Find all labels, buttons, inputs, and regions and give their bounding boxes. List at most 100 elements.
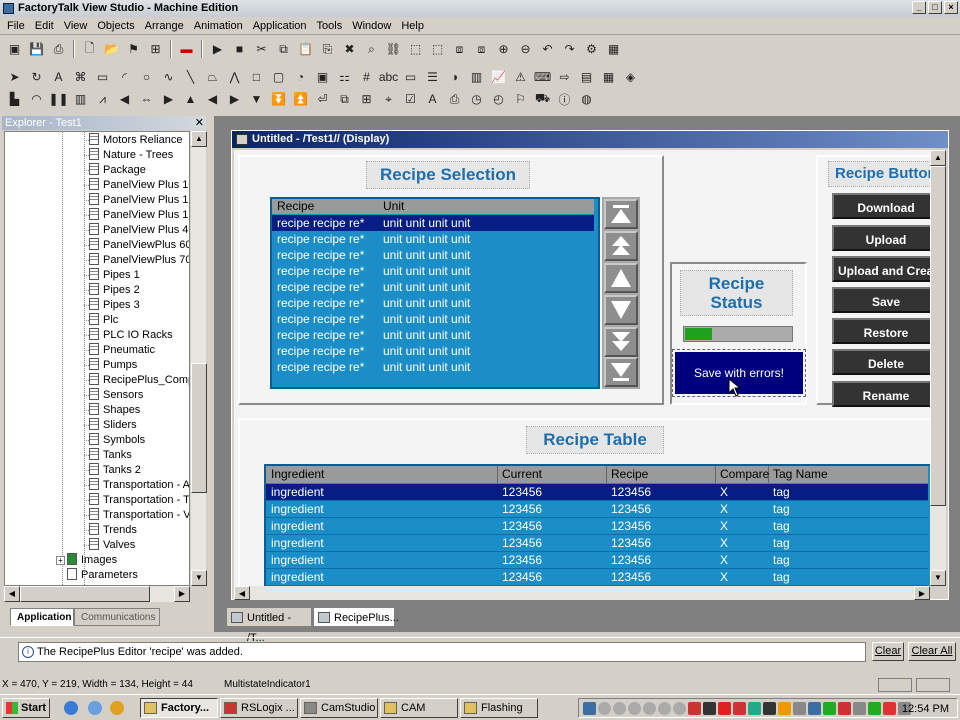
select-icon[interactable]: ➤ — [4, 67, 25, 87]
bar-icon[interactable]: ▥ — [466, 67, 487, 87]
recipe-list-row[interactable]: recipe recipe re* unit unit unit unit — [272, 231, 594, 247]
rectangle-icon[interactable]: ▭ — [92, 67, 113, 87]
tree-item[interactable]: Shapes — [89, 403, 140, 418]
save-button[interactable]: Save — [832, 287, 930, 313]
tree-item[interactable]: RecipePlus_Comp — [89, 373, 189, 388]
task-rslogix[interactable]: RSLogix ... — [220, 698, 298, 718]
column-header-compare[interactable]: Compare — [717, 466, 769, 483]
tree-item[interactable]: PanelView Plus 15 — [89, 208, 189, 223]
arrow-left-icon[interactable]: ◀ — [114, 89, 135, 109]
tab-application[interactable]: Application — [10, 608, 74, 626]
tab-communications[interactable]: Communications — [74, 608, 160, 626]
menu-file[interactable]: File — [2, 20, 30, 32]
tree-item[interactable]: Pneumatic — [89, 343, 155, 358]
recipe-list-row[interactable]: recipe recipe re* unit unit unit unit — [272, 295, 594, 311]
arc-icon[interactable]: ◜ — [114, 67, 135, 87]
clock-icon[interactable]: ◷ — [466, 89, 487, 109]
maximize-button[interactable]: □ — [928, 1, 942, 14]
string-icon[interactable]: abc — [378, 67, 399, 87]
pause-icon[interactable]: ❚❚ — [48, 89, 69, 109]
recipe-table[interactable]: Ingredient Current Recipe Compare Tag Na… — [264, 464, 930, 586]
tray-icon[interactable] — [703, 701, 716, 715]
recipe-list-row[interactable]: recipe recipe re* unit unit unit unit — [272, 215, 594, 231]
task-cam[interactable]: CAM — [380, 698, 458, 718]
recipe-table-row[interactable]: ingredient 123456 123456 Xtag — [266, 518, 928, 535]
display-horizontal-scrollbar[interactable]: ◀ ▶ — [234, 586, 930, 600]
upload-button[interactable]: Upload — [832, 225, 930, 251]
scroll-left-icon[interactable]: ◀ — [4, 586, 20, 602]
tree-item-images[interactable]: Images — [67, 553, 117, 568]
run-icon[interactable]: ⚑ — [123, 39, 144, 59]
clear-button[interactable]: Clear — [872, 642, 904, 661]
alarm-banner-icon[interactable]: ⚐ — [510, 89, 531, 109]
display-scroll-down-icon[interactable]: ▼ — [930, 570, 946, 586]
redo-icon[interactable]: ↷ — [559, 39, 580, 59]
chart-icon[interactable]: ▙ — [4, 89, 25, 109]
down-icon[interactable] — [604, 295, 638, 325]
explorer-close-icon[interactable]: ✕ — [195, 116, 204, 130]
find-icon[interactable]: ⌕ — [361, 39, 382, 59]
tray-icon[interactable] — [733, 701, 746, 715]
polygon-icon[interactable]: ⏢ — [202, 67, 223, 87]
tray-icon[interactable] — [658, 701, 671, 715]
goto-icon[interactable]: ⇨ — [554, 67, 575, 87]
numeric-entry-icon[interactable]: ⊞ — [356, 89, 377, 109]
cut-icon[interactable]: ✂ — [251, 39, 272, 59]
scroll-right-icon[interactable]: ▶ — [174, 586, 190, 602]
image-icon[interactable]: ⌘ — [70, 67, 91, 87]
gauge-icon[interactable]: ◑ — [444, 67, 465, 87]
first-icon[interactable] — [604, 199, 638, 229]
tray-icon[interactable] — [808, 701, 821, 715]
polyline-icon[interactable]: ⋀ — [224, 67, 245, 87]
tray-icon[interactable] — [613, 701, 626, 715]
page-down-icon[interactable]: ⏬ — [268, 89, 289, 109]
tree-item-parameters[interactable]: Parameters — [67, 568, 138, 583]
tree-item[interactable]: Pipes 2 — [89, 283, 140, 298]
scroll-up-icon[interactable]: ▲ — [191, 131, 207, 147]
expand-icon[interactable]: + — [56, 556, 65, 565]
tab-recipeplus[interactable]: RecipePlus... — [313, 607, 399, 627]
tray-icon[interactable] — [883, 701, 896, 715]
tree-item[interactable]: PanelView Plus 12 — [89, 193, 189, 208]
line-icon[interactable]: ╲ — [180, 67, 201, 87]
close-button[interactable]: × — [944, 1, 958, 14]
menu-window[interactable]: Window — [347, 20, 396, 32]
tree-item[interactable]: Trends — [89, 523, 137, 538]
trend-icon[interactable]: 📈 — [488, 67, 509, 87]
up-icon[interactable] — [604, 263, 638, 293]
align-top-icon[interactable]: ▲ — [180, 89, 201, 109]
recipe-table-row[interactable]: ingredient 123456 123456 Xtag — [266, 552, 928, 569]
tree-item[interactable]: Pipes 3 — [89, 298, 140, 313]
ellipse-icon[interactable]: ○ — [136, 67, 157, 87]
font-icon[interactable]: A — [422, 89, 443, 109]
cursor-icon[interactable]: ⌖ — [378, 89, 399, 109]
ie-icon[interactable] — [64, 701, 78, 715]
clear-all-button[interactable]: Clear All — [908, 642, 956, 661]
column-header-tag-name[interactable]: Tag Name — [770, 466, 828, 483]
list-icon[interactable]: ☰ — [422, 67, 443, 87]
media-player-icon[interactable] — [110, 701, 124, 715]
indicator-icon[interactable]: ◈ — [620, 67, 641, 87]
tree-item[interactable]: PanelViewPlus 600 — [89, 238, 189, 253]
explorer-vertical-scrollbar[interactable]: ▲ ▼ — [190, 131, 207, 586]
tree-item[interactable]: Tanks 2 — [89, 463, 141, 478]
square-icon[interactable]: □ — [246, 67, 267, 87]
page-up-icon[interactable] — [604, 231, 638, 261]
text-icon[interactable]: A — [48, 67, 69, 87]
recipe-list-row[interactable]: recipe recipe re* unit unit unit unit — [272, 247, 594, 263]
recipe-table-row[interactable]: ingredient 123456 123456 Xtag — [266, 484, 928, 501]
task-factorytalk[interactable]: Factory... — [140, 698, 218, 718]
open-icon[interactable]: 📂 — [101, 39, 122, 59]
page-down-icon[interactable] — [604, 327, 638, 357]
tray-icon[interactable] — [853, 701, 866, 715]
column-header-recipe[interactable]: Recipe — [274, 199, 314, 214]
paste-icon[interactable]: 📋 — [295, 39, 316, 59]
download-button[interactable]: Download — [832, 193, 930, 219]
zoom-in-icon[interactable]: ⊕ — [493, 39, 514, 59]
stop-icon[interactable]: ■ — [229, 39, 250, 59]
menu-edit[interactable]: Edit — [30, 20, 59, 32]
trend-small-icon[interactable]: ⩘ — [92, 89, 113, 109]
page-left-icon[interactable]: ◀ — [202, 89, 223, 109]
recipe-icon[interactable]: ▤ — [576, 67, 597, 87]
tree-item[interactable]: Pumps — [89, 358, 137, 373]
